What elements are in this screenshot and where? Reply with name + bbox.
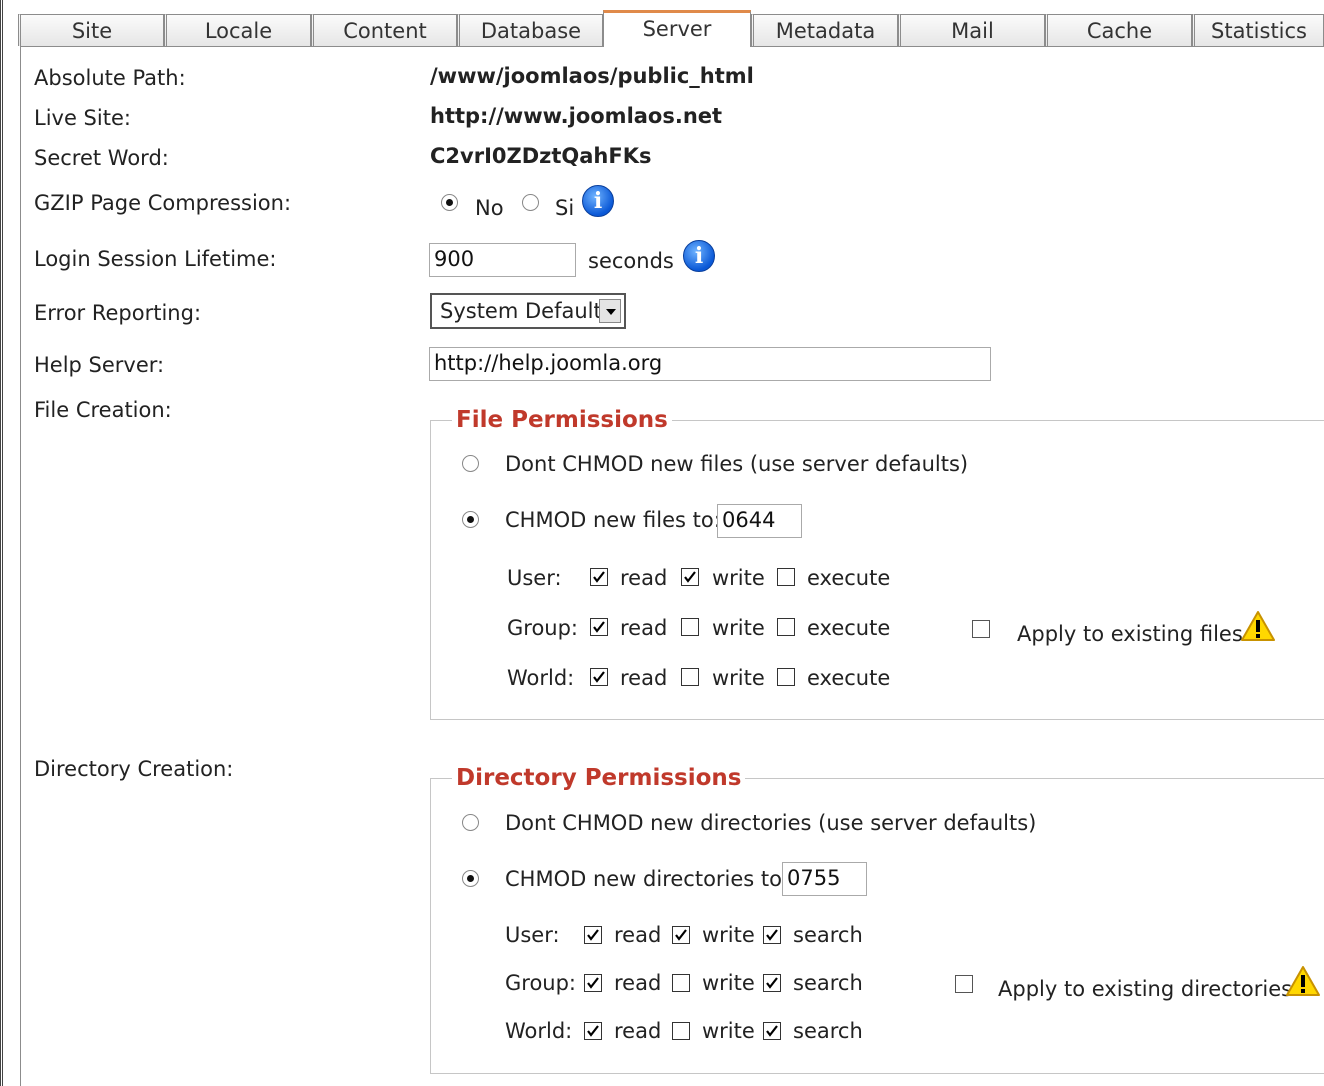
tab-mail[interactable]: Mail xyxy=(898,14,1045,46)
secret-word-label: Secret Word: xyxy=(34,146,169,170)
dir-read-label: read xyxy=(614,923,662,947)
error-reporting-select[interactable]: System Default xyxy=(430,293,626,329)
gzip-label: GZIP Page Compression: xyxy=(34,191,292,215)
file-read-label: read xyxy=(620,616,668,640)
dir-read-label: read xyxy=(614,1019,662,1043)
dir-world-label: World: xyxy=(505,1019,573,1043)
error-reporting-value: System Default xyxy=(440,299,602,323)
dir-group-read-checkbox[interactable] xyxy=(584,974,602,992)
file-group-read-checkbox[interactable] xyxy=(590,618,608,636)
file-dont-chmod-label: Dont CHMOD new files (use server default… xyxy=(505,452,969,476)
absolute-path-value: /www/joomlaos/public_html xyxy=(430,64,754,88)
dir-group-write-checkbox[interactable] xyxy=(672,974,690,992)
file-write-label: write xyxy=(712,666,765,690)
dir-user-search-checkbox[interactable] xyxy=(763,926,781,944)
chevron-down-icon[interactable] xyxy=(599,299,621,323)
apply-existing-directories-label: Apply to existing directories xyxy=(998,977,1293,1001)
file-user-write-checkbox[interactable] xyxy=(681,568,699,586)
file-execute-label: execute xyxy=(807,616,891,640)
directory-creation-label: Directory Creation: xyxy=(34,757,234,781)
error-reporting-label: Error Reporting: xyxy=(34,301,202,325)
file-group-execute-checkbox[interactable] xyxy=(777,618,795,636)
file-dont-chmod-radio[interactable] xyxy=(462,455,479,472)
dir-write-label: write xyxy=(702,923,755,947)
dir-search-label: search xyxy=(793,971,863,995)
file-world-label: World: xyxy=(507,666,575,690)
warning-icon xyxy=(1286,966,1320,996)
gzip-info-icon[interactable]: i xyxy=(582,185,614,217)
file-creation-label: File Creation: xyxy=(34,398,172,422)
file-world-execute-checkbox[interactable] xyxy=(777,668,795,686)
dir-write-label: write xyxy=(702,971,755,995)
dir-dont-chmod-label: Dont CHMOD new directories (use server d… xyxy=(505,811,1037,835)
dir-read-label: read xyxy=(614,971,662,995)
tab-site[interactable]: Site xyxy=(18,14,164,46)
dir-world-search-checkbox[interactable] xyxy=(763,1022,781,1040)
file-world-write-checkbox[interactable] xyxy=(681,668,699,686)
dir-chmod-label: CHMOD new directories to: xyxy=(505,867,790,891)
tab-statistics[interactable]: Statistics xyxy=(1192,14,1324,46)
file-execute-label: execute xyxy=(807,566,891,590)
dir-search-label: search xyxy=(793,923,863,947)
tab-server[interactable]: Server xyxy=(603,10,751,47)
dir-user-write-checkbox[interactable] xyxy=(672,926,690,944)
file-user-execute-checkbox[interactable] xyxy=(777,568,795,586)
live-site-label: Live Site: xyxy=(34,106,131,130)
file-read-label: read xyxy=(620,566,668,590)
help-server-input[interactable]: http://help.joomla.org xyxy=(429,347,991,381)
file-chmod-input[interactable]: 0644 xyxy=(717,504,802,538)
file-user-read-checkbox[interactable] xyxy=(590,568,608,586)
file-group-write-checkbox[interactable] xyxy=(681,618,699,636)
dir-user-read-checkbox[interactable] xyxy=(584,926,602,944)
file-permissions-legend: File Permissions xyxy=(452,407,672,433)
file-write-label: write xyxy=(712,616,765,640)
absolute-path-label: Absolute Path: xyxy=(34,66,186,90)
dir-world-read-checkbox[interactable] xyxy=(584,1022,602,1040)
dir-write-label: write xyxy=(702,1019,755,1043)
gzip-si-radio[interactable] xyxy=(522,194,539,211)
session-lifetime-input[interactable]: 900 xyxy=(429,243,576,277)
dir-user-label: User: xyxy=(505,923,560,947)
tab-bar: Site Locale Content Database Server Meta… xyxy=(10,10,1324,47)
session-lifetime-unit: seconds xyxy=(588,249,674,273)
apply-existing-directories-checkbox[interactable] xyxy=(955,975,973,993)
apply-existing-files-checkbox[interactable] xyxy=(972,620,990,638)
help-server-label: Help Server: xyxy=(34,353,165,377)
tab-metadata[interactable]: Metadata xyxy=(751,14,898,46)
warning-icon xyxy=(1241,611,1275,641)
gzip-no-radio[interactable] xyxy=(441,194,458,211)
apply-existing-files-label: Apply to existing files xyxy=(1017,622,1243,646)
dir-chmod-input[interactable]: 0755 xyxy=(782,862,867,896)
file-world-read-checkbox[interactable] xyxy=(590,668,608,686)
file-chmod-label: CHMOD new files to: xyxy=(505,508,721,532)
file-group-label: Group: xyxy=(507,616,579,640)
tab-content[interactable]: Content xyxy=(311,14,457,46)
gzip-no-label: No xyxy=(475,196,504,220)
tab-locale[interactable]: Locale xyxy=(164,14,311,46)
file-execute-label: execute xyxy=(807,666,891,690)
file-read-label: read xyxy=(620,666,668,690)
dir-search-label: search xyxy=(793,1019,863,1043)
dir-world-write-checkbox[interactable] xyxy=(672,1022,690,1040)
tab-cache[interactable]: Cache xyxy=(1045,14,1192,46)
dir-group-search-checkbox[interactable] xyxy=(763,974,781,992)
file-chmod-radio[interactable] xyxy=(462,511,479,528)
file-user-label: User: xyxy=(507,566,562,590)
session-info-icon[interactable]: i xyxy=(683,240,715,272)
directory-permissions-legend: Directory Permissions xyxy=(452,765,746,791)
secret-word-value: C2vrI0ZDztQahFKs xyxy=(430,144,652,168)
gzip-si-label: Si xyxy=(555,196,575,220)
dir-chmod-radio[interactable] xyxy=(462,870,479,887)
dir-group-label: Group: xyxy=(505,971,577,995)
dir-dont-chmod-radio[interactable] xyxy=(462,814,479,831)
tab-database[interactable]: Database xyxy=(457,14,603,46)
live-site-value: http://www.joomlaos.net xyxy=(430,104,723,128)
file-write-label: write xyxy=(712,566,765,590)
session-lifetime-label: Login Session Lifetime: xyxy=(34,247,277,271)
